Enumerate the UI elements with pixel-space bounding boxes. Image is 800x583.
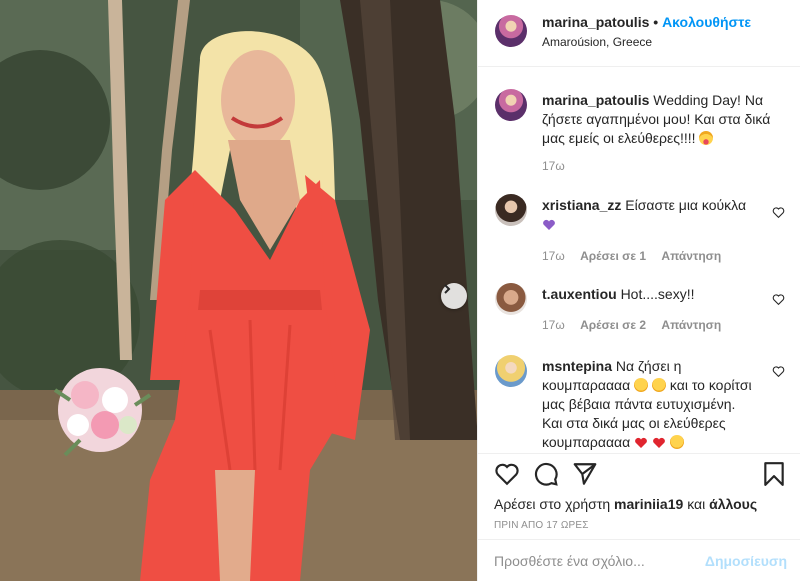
like-comment-heart-icon[interactable] xyxy=(772,293,785,306)
likes-and: και xyxy=(687,496,706,512)
avatar[interactable] xyxy=(495,89,527,121)
comment-likes-link[interactable]: Αρέσει σε 1 xyxy=(580,249,646,263)
post-actions: Αρέσει στο χρήστη mariniia19 και άλλους … xyxy=(478,453,800,582)
likes-summary: Αρέσει στο χρήστη mariniia19 και άλλους xyxy=(494,496,757,512)
caption-meta: 17ω xyxy=(542,159,577,173)
caption-time[interactable]: 17ω xyxy=(542,159,565,173)
comment-username[interactable]: t.auxentiou xyxy=(542,286,617,302)
post-time[interactable]: ΠΡΙΝ ΑΠΟ 17 ΩΡΕΣ xyxy=(494,520,589,531)
comment-text: Hot....sexy!! xyxy=(620,286,695,302)
comment-text-block: t.auxentiou Hot....sexy!! xyxy=(542,285,762,304)
red-heart-icon xyxy=(653,437,665,448)
bookmark-icon[interactable] xyxy=(761,461,787,487)
likes-user-link[interactable]: mariniia19 xyxy=(614,496,683,512)
likes-others-link[interactable]: άλλους xyxy=(709,496,757,512)
follow-button[interactable]: Ακολουθήστε xyxy=(662,14,751,30)
comment-username[interactable]: msntepina xyxy=(542,358,612,374)
post-header: marina_patoulis • Ακολουθήστε Amaroúsion… xyxy=(478,0,800,67)
avatar[interactable] xyxy=(495,194,527,226)
comment-time[interactable]: 17ω xyxy=(542,249,565,263)
purple-heart-icon xyxy=(543,219,555,230)
comment-meta: 17ω Αρέσει σε 1 Απάντηση xyxy=(542,249,733,263)
heart-icon[interactable] xyxy=(494,461,520,487)
comments-list[interactable]: marina_patoulis Wedding Day! Να ζήσετε α… xyxy=(478,67,800,453)
reply-button[interactable]: Απάντηση xyxy=(661,249,721,263)
caption-text-block: marina_patoulis Wedding Day! Να ζήσετε α… xyxy=(542,91,777,148)
post-comment-button[interactable]: Δημοσίευση xyxy=(705,553,787,569)
red-heart-icon xyxy=(635,437,648,448)
photo-illustration xyxy=(0,0,477,581)
comment-username[interactable]: xristiana_zz xyxy=(542,197,621,213)
comment-text-block: xristiana_zz Είσαστε μια κούκλα xyxy=(542,196,762,234)
post-side-panel: marina_patoulis • Ακολουθήστε Amaroúsion… xyxy=(477,0,800,581)
separator-dot: • xyxy=(653,14,659,30)
avatar[interactable] xyxy=(495,15,527,47)
location-link[interactable]: Amaroúsion, Greece xyxy=(542,35,652,49)
smiling-face-icon xyxy=(669,435,684,449)
likes-prefix: Αρέσει στο χρήστη xyxy=(494,496,611,512)
post-photo[interactable] xyxy=(0,0,477,581)
comment-time[interactable]: 17ω xyxy=(542,318,565,332)
avatar[interactable] xyxy=(495,355,527,387)
like-comment-heart-icon[interactable] xyxy=(772,365,785,378)
comment-text-block: msntepina Να ζήσει η κουμπαραααα και το … xyxy=(542,357,757,452)
header-user-line: marina_patoulis • Ακολουθήστε xyxy=(542,14,751,30)
reply-button[interactable]: Απάντηση xyxy=(661,318,721,332)
smiling-face-icon xyxy=(652,378,667,392)
comment-text: Είσαστε μια κούκλα xyxy=(625,197,747,213)
face-with-tongue-icon xyxy=(699,131,714,145)
add-comment-bar: Προσθέστε ένα σχόλιο... Δημοσίευση xyxy=(478,539,800,583)
comment-meta: 17ω Αρέσει σε 2 Απάντηση xyxy=(542,318,733,332)
comment-likes-link[interactable]: Αρέσει σε 2 xyxy=(580,318,646,332)
share-icon[interactable] xyxy=(572,461,598,487)
comment-input[interactable]: Προσθέστε ένα σχόλιο... xyxy=(494,553,645,569)
header-username[interactable]: marina_patoulis xyxy=(542,14,649,30)
comment-icon[interactable] xyxy=(533,461,559,487)
next-photo-button[interactable] xyxy=(441,283,467,309)
chevron-right-icon xyxy=(444,284,451,294)
like-comment-heart-icon[interactable] xyxy=(772,206,785,219)
kissing-face-icon xyxy=(634,378,649,392)
caption-username[interactable]: marina_patoulis xyxy=(542,92,649,108)
avatar[interactable] xyxy=(495,283,527,315)
